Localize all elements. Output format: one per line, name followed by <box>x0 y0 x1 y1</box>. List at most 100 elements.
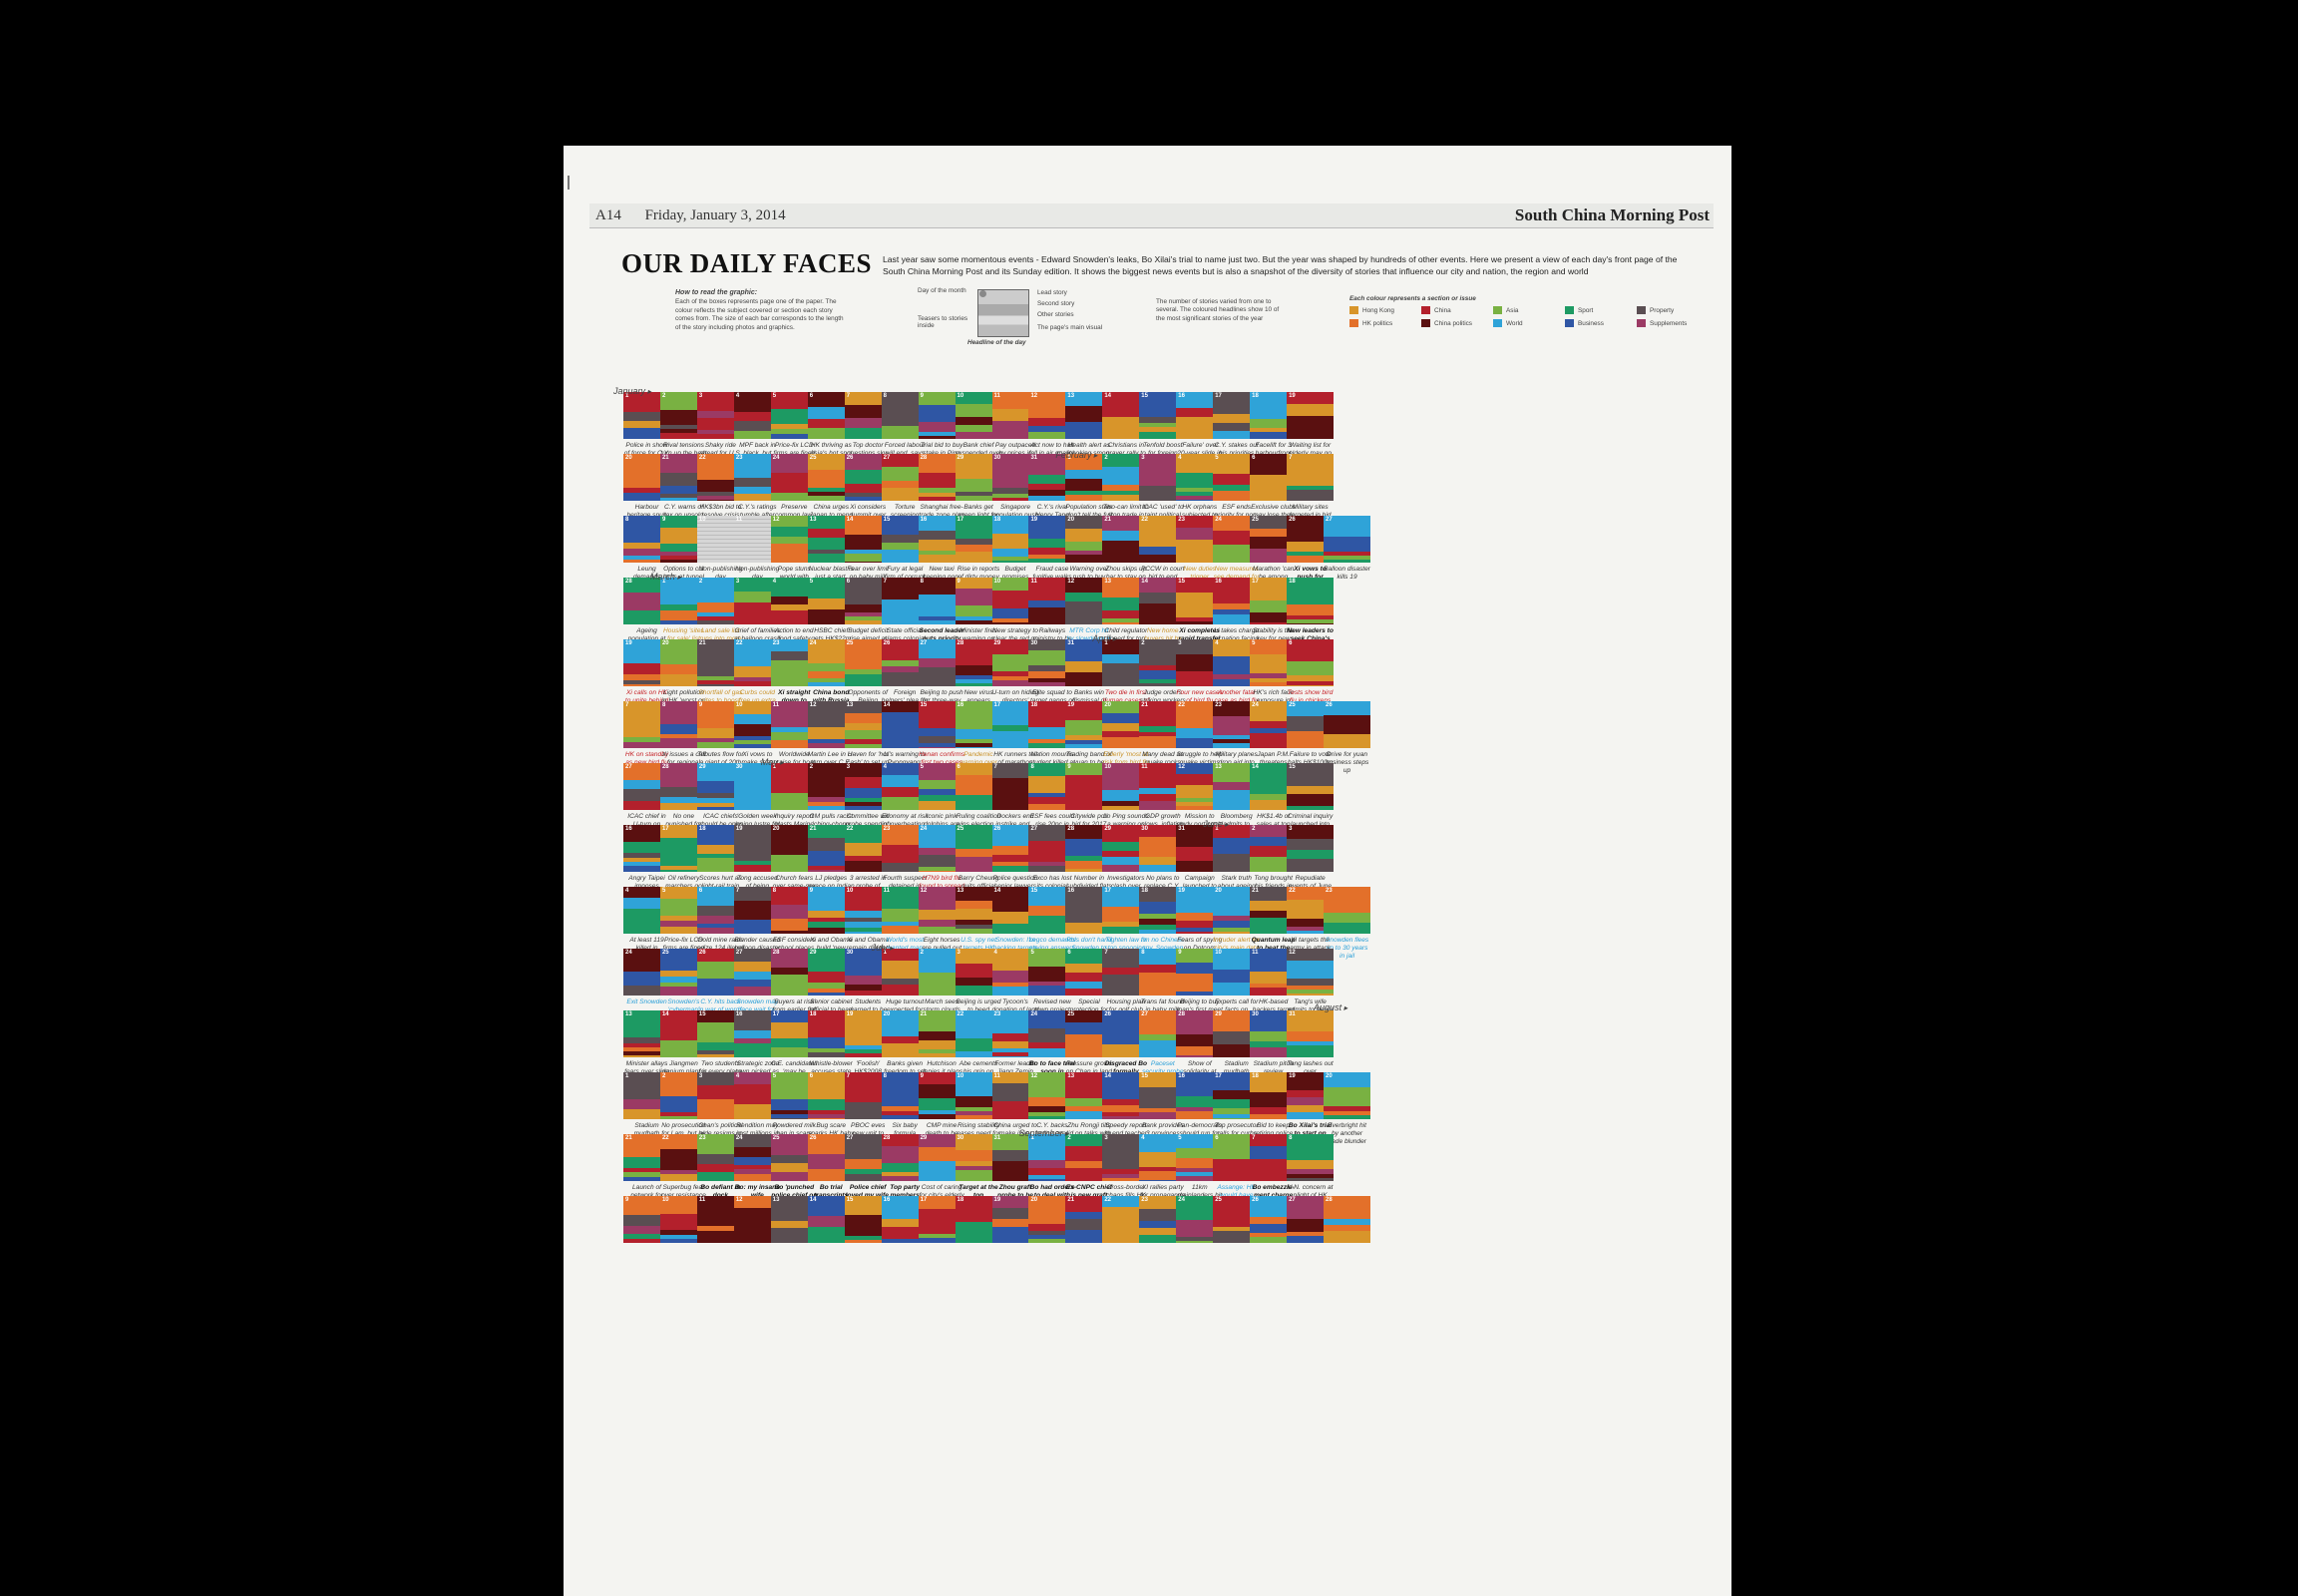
day-number: 25 <box>809 455 817 461</box>
day-number: 17 <box>920 1197 928 1203</box>
day-number: 3 <box>735 579 740 585</box>
day-number: 13 <box>809 517 817 523</box>
day-number: 7 <box>1289 455 1293 461</box>
day-number: 16 <box>625 826 632 832</box>
day-number: 12 <box>920 888 928 894</box>
day-number: 22 <box>1178 702 1185 708</box>
day-number: 18 <box>1141 888 1148 894</box>
day-number: 7 <box>993 764 997 770</box>
story-bar <box>1287 416 1335 439</box>
day-number: 11 <box>883 888 890 894</box>
story-bar <box>1287 604 1335 615</box>
day-number: 20 <box>1215 888 1222 894</box>
day-number: 27 <box>1289 1197 1296 1203</box>
day-number: 8 <box>625 517 629 523</box>
story-bar <box>1324 923 1371 934</box>
day-number: 26 <box>1252 1197 1259 1203</box>
day-number: 23 <box>1215 702 1222 708</box>
day-number: 6 <box>1067 950 1071 956</box>
front-page-box: 12 <box>1287 949 1335 996</box>
day-number: 19 <box>1030 517 1038 523</box>
newspaper-page: A14 Friday, January 3, 2014 South China … <box>564 146 1731 1596</box>
day-number: 24 <box>625 950 632 956</box>
story-bar <box>1287 859 1335 872</box>
front-page-box: 27 <box>1324 516 1371 563</box>
day-number: 25 <box>957 826 964 832</box>
day-number: 30 <box>993 455 1001 461</box>
story-bar <box>1287 404 1335 416</box>
day-number: 18 <box>1030 702 1038 708</box>
day-number: 30 <box>735 764 743 770</box>
day-number: 15 <box>1178 579 1185 585</box>
day-number: 15 <box>1141 393 1148 399</box>
day-number: 12 <box>809 702 817 708</box>
day-number: 19 <box>1289 393 1296 399</box>
story-bar <box>1324 1115 1371 1119</box>
day-cell[interactable]: 27 Balloon disaster kills 19 <box>1324 516 1371 582</box>
day-number: 21 <box>1067 1197 1075 1203</box>
day-number: 31 <box>1030 455 1038 461</box>
day-number: 20 <box>1030 1197 1038 1203</box>
day-number: 21 <box>920 1011 928 1017</box>
day-number: 11 <box>993 1073 1000 1079</box>
day-number: 29 <box>920 1135 928 1141</box>
day-number: 28 <box>1067 826 1075 832</box>
day-number: 10 <box>661 1197 669 1203</box>
day-number: 10 <box>698 517 706 523</box>
day-number: 20 <box>1326 1073 1333 1079</box>
story-bar <box>1287 1054 1335 1057</box>
day-number: 10 <box>846 888 854 894</box>
day-number: 7 <box>846 1073 851 1079</box>
day-cell[interactable]: 6Tests show bird flu in chickens <box>1287 639 1335 705</box>
day-number: 6 <box>846 579 851 585</box>
story-bar <box>1324 913 1371 923</box>
day-number: 15 <box>698 1011 706 1017</box>
day-number: 16 <box>957 702 964 708</box>
day-number: 14 <box>1104 1073 1112 1079</box>
day-number: 25 <box>1252 517 1259 523</box>
day-number: 19 <box>625 640 632 646</box>
day-number: 4 <box>735 393 740 399</box>
day-number: 9 <box>1178 950 1182 956</box>
day-number: 7 <box>625 702 629 708</box>
day-number: 21 <box>698 640 706 646</box>
day-number: 5 <box>1252 640 1256 646</box>
day-number: 7 <box>1252 1135 1256 1141</box>
day-number: 27 <box>1326 517 1333 523</box>
day-number: 22 <box>735 640 743 646</box>
day-number: 7 <box>883 579 887 585</box>
day-number: 4 <box>1215 640 1219 646</box>
day-number: 27 <box>1141 1011 1148 1017</box>
day-number: 15 <box>920 702 928 708</box>
day-number: 10 <box>957 393 964 399</box>
day-number: 28 <box>920 455 928 461</box>
day-number: 16 <box>735 1011 743 1017</box>
month-label: August <box>1314 1002 1347 1012</box>
day-number: 23 <box>1326 888 1333 894</box>
story-bar <box>1324 734 1371 748</box>
day-number: 9 <box>920 1073 924 1079</box>
day-number: 31 <box>993 1135 1001 1141</box>
day-number: 15 <box>846 1197 854 1203</box>
day-number: 2 <box>661 393 666 399</box>
day-number: 26 <box>993 826 1001 832</box>
day-number: 6 <box>1289 640 1293 646</box>
day-number: 3 <box>1178 640 1182 646</box>
day-number: 2 <box>1252 826 1256 832</box>
day-number: 27 <box>735 950 743 956</box>
day-number: 22 <box>1141 517 1148 523</box>
day-number: 31 <box>1067 640 1075 646</box>
day-number: 28 <box>772 950 780 956</box>
day-number: 14 <box>846 517 854 523</box>
day-number: 25 <box>1289 702 1296 708</box>
story-bar <box>1287 825 1335 839</box>
day-number: 13 <box>957 888 964 894</box>
front-page-box: 26 <box>1324 701 1371 748</box>
day-number: 30 <box>1252 1011 1259 1017</box>
day-number: 21 <box>625 1135 632 1141</box>
day-number: 13 <box>1067 1073 1075 1079</box>
story-bar <box>1287 590 1335 604</box>
day-number: 16 <box>883 1197 891 1203</box>
day-cell[interactable]: 28 <box>1324 1196 1371 1246</box>
day-number: 8 <box>772 888 777 894</box>
